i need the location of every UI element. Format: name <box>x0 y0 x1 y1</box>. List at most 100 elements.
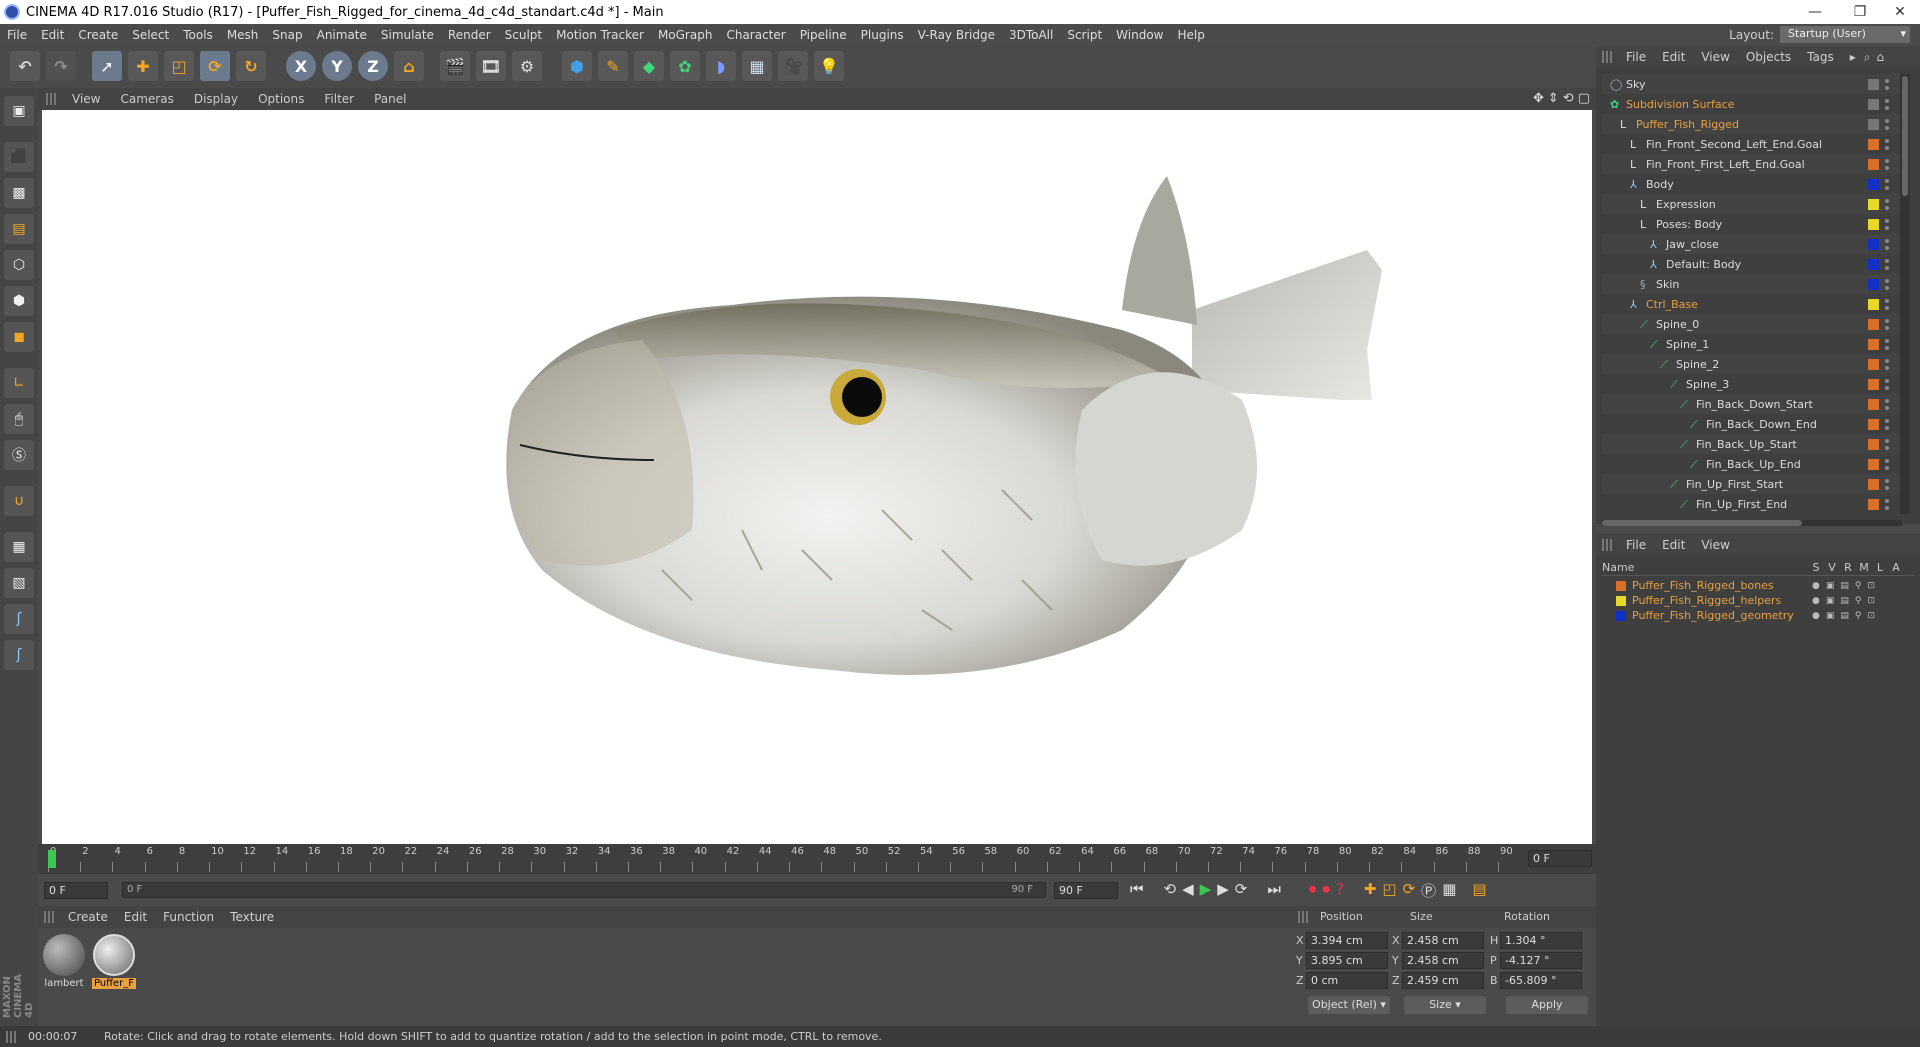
layer-menu-view[interactable]: View <box>1693 538 1737 552</box>
scale-icon[interactable]: ◰ <box>164 51 194 81</box>
material-menu-edit[interactable]: Edit <box>116 910 155 924</box>
menu-render[interactable]: Render <box>441 28 498 42</box>
goto-end-icon[interactable]: ⏭ <box>1267 880 1281 901</box>
menu-help[interactable]: Help <box>1170 28 1211 42</box>
object-row[interactable]: Ⅼ Puffer_Fish_Rigged <box>1602 114 1902 134</box>
object-row[interactable]: ⟋ Fin_Back_Up_End <box>1602 454 1902 474</box>
visibility-dots[interactable] <box>1885 458 1890 470</box>
menu-mesh[interactable]: Mesh <box>220 28 266 42</box>
layer-color-tag[interactable] <box>1868 238 1879 250</box>
maximize-view-icon[interactable]: ▢ <box>1578 91 1590 106</box>
menu-character[interactable]: Character <box>719 28 792 42</box>
make-editable-icon[interactable]: ▣ <box>4 96 34 126</box>
rotation-x-field[interactable]: 1.304 ° <box>1500 932 1582 949</box>
visible-icon[interactable]: ▣ <box>1826 581 1835 591</box>
visibility-dots[interactable] <box>1885 198 1890 210</box>
object-row[interactable]: Ⅼ Fin_Front_Second_Left_End.Goal <box>1602 134 1902 154</box>
object-menu-view[interactable]: View <box>1693 50 1737 64</box>
layer-color-tag[interactable] <box>1868 498 1879 510</box>
material-swatch[interactable]: Puffer_F <box>92 934 136 989</box>
menu-v-ray-bridge[interactable]: V-Ray Bridge <box>911 28 1002 42</box>
visibility-dots[interactable] <box>1885 438 1890 450</box>
layer-toggles[interactable]: ● ▣ ▤ ⚲ ⊡ <box>1812 581 1875 591</box>
layer-row[interactable]: Puffer_Fish_Rigged_bones ● ▣ ▤ ⚲ ⊡ <box>1602 578 1914 593</box>
polygons-mode-icon[interactable]: ◼ <box>4 322 34 352</box>
visibility-dots[interactable] <box>1885 398 1890 410</box>
visibility-dots[interactable] <box>1885 298 1890 310</box>
menu-plugins[interactable]: Plugins <box>854 28 911 42</box>
render-icon[interactable]: ▤ <box>1840 596 1849 606</box>
layer-color-tag[interactable] <box>1868 278 1879 290</box>
visibility-dots[interactable] <box>1885 218 1890 230</box>
menu-mograph[interactable]: MoGraph <box>651 28 720 42</box>
visibility-dots[interactable] <box>1885 158 1890 170</box>
object-row[interactable]: ⟋ Fin_Up_First_Start <box>1602 474 1902 494</box>
object-row[interactable]: ⟋ Spine_2 <box>1602 354 1902 374</box>
orbit-icon[interactable]: ⟲ <box>1563 91 1574 106</box>
apply-button[interactable]: Apply <box>1506 996 1588 1014</box>
prev-key-icon[interactable]: ⟲ <box>1164 880 1177 901</box>
object-row[interactable]: Ⅼ Expression <box>1602 194 1902 214</box>
object-row[interactable]: ⅄ Default: Body <box>1602 254 1902 274</box>
start-frame-field[interactable]: 0 F <box>44 882 108 899</box>
layer-color-tag[interactable] <box>1868 258 1879 270</box>
menu-simulate[interactable]: Simulate <box>374 28 441 42</box>
y-axis-button[interactable]: Y <box>322 51 352 81</box>
menu-snap[interactable]: Snap <box>265 28 309 42</box>
lock-icon[interactable]: ⊡ <box>1867 596 1875 606</box>
layer-color-tag[interactable] <box>1868 418 1879 430</box>
python-script-icon[interactable]: ʃ <box>4 640 34 670</box>
layer-color-tag[interactable] <box>1868 398 1879 410</box>
layer-color-tag[interactable] <box>1868 358 1879 370</box>
viewport-menu-display[interactable]: Display <box>184 92 248 106</box>
material-menu-function[interactable]: Function <box>155 910 222 924</box>
pen-spline-icon[interactable]: ✎ <box>598 51 628 81</box>
object-row[interactable]: ⟋ Spine_1 <box>1602 334 1902 354</box>
lock-icon[interactable]: ⊡ <box>1867 611 1875 621</box>
layer-color-tag[interactable] <box>1868 318 1879 330</box>
position-x-field[interactable]: 3.394 cm <box>1306 932 1388 949</box>
layer-color-swatch[interactable] <box>1616 610 1626 621</box>
object-row[interactable]: ⟋ Spine_3 <box>1602 374 1902 394</box>
visibility-dots[interactable] <box>1885 338 1890 350</box>
model-mode-icon[interactable]: ⬛ <box>4 142 34 172</box>
menu-script[interactable]: Script <box>1060 28 1109 42</box>
solo-icon[interactable]: ● <box>1812 596 1820 606</box>
menu-motion-tracker[interactable]: Motion Tracker <box>549 28 651 42</box>
object-row[interactable]: ⟋ Fin_Back_Down_End <box>1602 414 1902 434</box>
size-mode-dropdown[interactable]: Size ▾ <box>1404 996 1486 1014</box>
layer-color-tag[interactable] <box>1868 118 1879 130</box>
deformer-icon[interactable]: ◗ <box>706 51 736 81</box>
undo-icon[interactable]: ↶ <box>10 51 40 81</box>
key-pla-icon[interactable]: ▦ <box>1442 880 1456 901</box>
viewport-menu-view[interactable]: View <box>62 92 110 106</box>
coordinate-system-icon[interactable]: ⌂ <box>394 51 424 81</box>
viewport-menu-cameras[interactable]: Cameras <box>110 92 183 106</box>
select-arrow-icon[interactable]: ➚ <box>92 51 122 81</box>
visibility-dots[interactable] <box>1885 98 1890 110</box>
object-row[interactable]: ⅄ Ctrl_Base <box>1602 294 1902 314</box>
close-button[interactable]: ✕ <box>1880 0 1920 24</box>
light-icon[interactable]: 💡 <box>814 51 844 81</box>
record-icon[interactable]: ⏺ <box>1309 880 1317 901</box>
current-frame-field[interactable]: 0 F <box>1528 850 1592 867</box>
lock-icon[interactable]: ⊡ <box>1867 581 1875 591</box>
minimize-button[interactable]: — <box>1795 0 1835 24</box>
menu-create[interactable]: Create <box>71 28 125 42</box>
object-menu-edit[interactable]: Edit <box>1654 50 1693 64</box>
material-menu-texture[interactable]: Texture <box>222 910 282 924</box>
rotation-z-field[interactable]: -65.809 ° <box>1500 972 1582 989</box>
object-scrollbar[interactable] <box>1900 74 1910 514</box>
visibility-dots[interactable] <box>1885 258 1890 270</box>
viewport-menu-options[interactable]: Options <box>248 92 314 106</box>
visibility-dots[interactable] <box>1885 378 1890 390</box>
key-parameter-icon[interactable]: Ⓟ <box>1421 880 1436 901</box>
layer-color-tag[interactable] <box>1868 98 1879 110</box>
search-icon[interactable]: ⌕ <box>1864 50 1871 65</box>
layer-color-tag[interactable] <box>1868 458 1879 470</box>
next-frame-icon[interactable]: ▶ <box>1217 880 1229 901</box>
object-row[interactable]: ⟋ Spine_0 <box>1602 314 1902 334</box>
pan-icon[interactable]: ✥ <box>1533 91 1544 106</box>
layer-menu-file[interactable]: File <box>1618 538 1654 552</box>
layer-row[interactable]: Puffer_Fish_Rigged_helpers ● ▣ ▤ ⚲ ⊡ <box>1602 593 1914 608</box>
